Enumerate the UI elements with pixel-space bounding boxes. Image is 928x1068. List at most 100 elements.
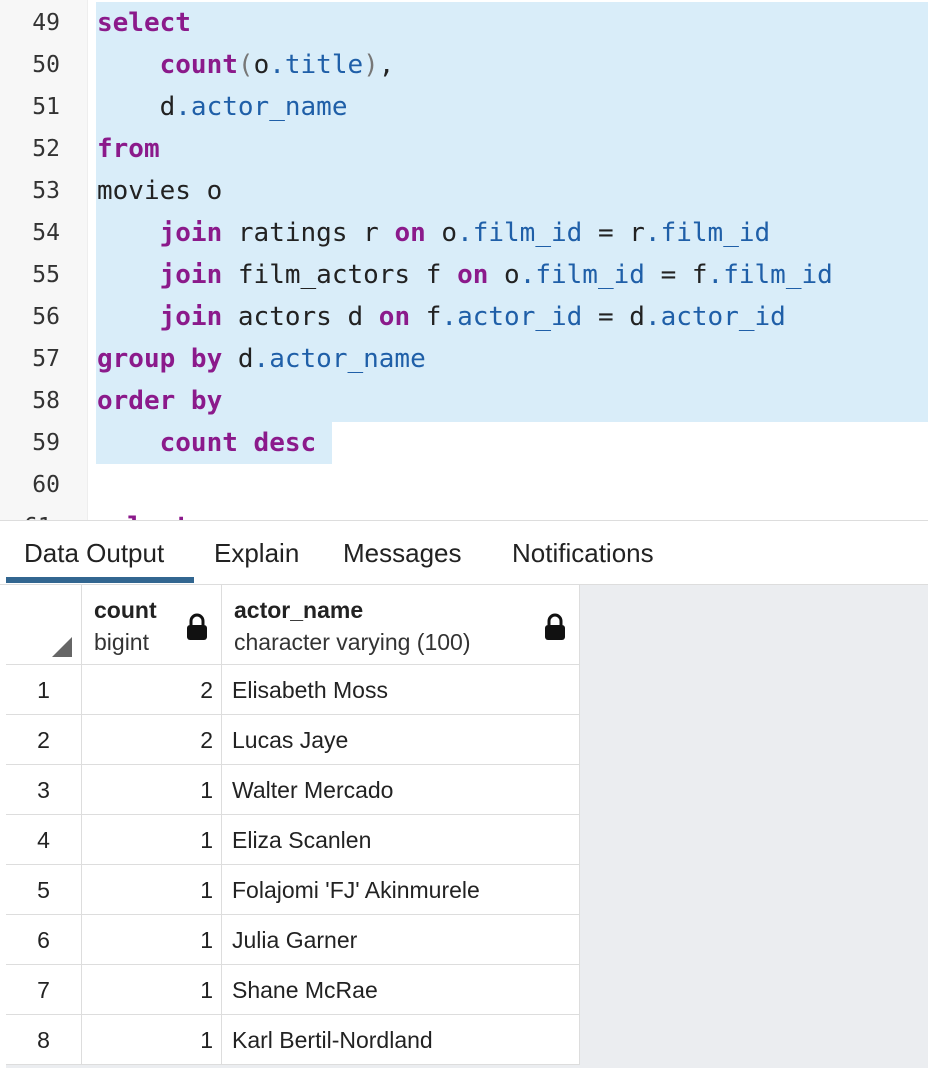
row-number[interactable]: 5 <box>6 865 82 915</box>
table-row[interactable]: 6 1 Julia Garner <box>6 915 580 965</box>
code-line[interactable]: 50 count(o.title), <box>0 44 928 86</box>
sql-keyword: on <box>378 302 411 332</box>
row-number[interactable]: 8 <box>6 1015 82 1065</box>
sql-text: = f <box>644 260 708 290</box>
sql-text: , <box>378 50 395 80</box>
column-name: count <box>94 597 157 623</box>
active-tab-indicator <box>6 577 194 583</box>
lock-icon <box>545 613 565 640</box>
sql-keyword: join <box>159 260 223 290</box>
table-row[interactable]: 8 1 Karl Bertil-Nordland <box>6 1015 580 1065</box>
code-text: d.actor_name <box>97 86 348 128</box>
sql-text: ( <box>237 50 254 80</box>
code-line[interactable]: 51 d.actor_name <box>0 86 928 128</box>
row-number[interactable]: 2 <box>6 715 82 765</box>
sql-text: actors d <box>222 302 379 332</box>
cell-actor-name[interactable]: Walter Mercado <box>222 765 580 815</box>
cell-count[interactable]: 1 <box>82 1015 222 1065</box>
line-number: 61 <box>24 506 52 520</box>
code-line[interactable]: 49 select <box>0 2 928 44</box>
code-line[interactable]: 52 from <box>0 128 928 170</box>
table-row[interactable]: 7 1 Shane McRae <box>6 965 580 1015</box>
cell-count[interactable]: 1 <box>82 815 222 865</box>
sql-text: d <box>222 344 254 374</box>
code-line[interactable]: 58 order by <box>0 380 928 422</box>
code-line[interactable]: 59 count desc <box>0 422 928 464</box>
cell-actor-name[interactable]: Elisabeth Moss <box>222 665 580 715</box>
sql-editor[interactable]: 49 select 50 count(o.title), 51 d.actor_nam… <box>0 0 928 520</box>
row-number[interactable]: 4 <box>6 815 82 865</box>
sql-text: = d <box>582 302 645 332</box>
cell-actor-name[interactable]: Folajomi 'FJ' Akinmurele <box>222 865 580 915</box>
sql-text: o <box>425 218 458 248</box>
code-text: group by d.actor_name <box>97 338 426 380</box>
sql-field: .actor_id <box>644 302 786 332</box>
sql-field: .actor_name <box>253 344 426 374</box>
line-number: 57 <box>32 346 60 372</box>
cell-count[interactable]: 2 <box>82 665 222 715</box>
cell-count[interactable]: 1 <box>82 865 222 915</box>
cell-actor-name[interactable]: Julia Garner <box>222 915 580 965</box>
table-row[interactable]: 1 2 Elisabeth Moss <box>6 665 580 715</box>
code-line[interactable]: 54 join ratings r on o.film_id = r.film_… <box>0 212 928 254</box>
code-line[interactable]: 55 join film_actors f on o.film_id = f.f… <box>0 254 928 296</box>
select-all-corner[interactable] <box>6 585 82 665</box>
column-name: actor_name <box>234 597 364 623</box>
line-number: 52 <box>32 136 60 162</box>
column-header-actor-name[interactable]: actor_name character varying (100) <box>222 585 580 665</box>
cell-count[interactable]: 2 <box>82 715 222 765</box>
sql-text: o <box>253 50 270 80</box>
row-number[interactable]: 3 <box>6 765 82 815</box>
sql-keyword: count <box>159 50 238 80</box>
tab-messages[interactable]: Messages <box>343 521 462 585</box>
sql-field: .film_id <box>644 218 771 248</box>
code-line[interactable]: 60 <box>0 464 928 506</box>
code-text: join actors d on f.actor_id = d.actor_id <box>97 296 786 338</box>
tab-notifications[interactable]: Notifications <box>512 521 654 585</box>
sql-keyword: from <box>97 134 160 164</box>
table-row[interactable]: 5 1 Folajomi 'FJ' Akinmurele <box>6 865 580 915</box>
tab-explain[interactable]: Explain <box>214 521 299 585</box>
code-line[interactable]: 56 join actors d on f.actor_id = d.actor… <box>0 296 928 338</box>
sql-field: .film_id <box>707 260 833 290</box>
sql-field: .actor_name <box>175 92 348 122</box>
line-number: 60 <box>32 472 60 498</box>
cell-count[interactable]: 1 <box>82 915 222 965</box>
code-text: join film_actors f on o.film_id = f.film… <box>97 254 833 296</box>
row-number[interactable]: 1 <box>6 665 82 715</box>
cell-actor-name[interactable]: Shane McRae <box>222 965 580 1015</box>
cell-actor-name[interactable]: Lucas Jaye <box>222 715 580 765</box>
sql-keyword: join <box>159 302 223 332</box>
corner-triangle-icon <box>52 637 72 657</box>
code-text: count desc <box>97 422 317 464</box>
tab-data-output[interactable]: Data Output <box>24 521 164 585</box>
column-type: character varying (100) <box>234 629 471 655</box>
code-line[interactable]: 53 movies o <box>0 170 928 212</box>
cell-count[interactable]: 1 <box>82 965 222 1015</box>
sql-keyword: order by <box>97 386 223 416</box>
result-tabs: Data Output Explain Messages Notificatio… <box>0 520 928 585</box>
cell-count[interactable]: 1 <box>82 765 222 815</box>
line-number: 58 <box>32 388 60 414</box>
line-number: 55 <box>32 262 60 288</box>
row-number[interactable]: 6 <box>6 915 82 965</box>
sql-field: .film_id <box>457 218 583 248</box>
table-row[interactable]: 3 1 Walter Mercado <box>6 765 580 815</box>
sql-field: .title <box>269 50 364 80</box>
sql-field: .film_id <box>519 260 645 290</box>
sql-text: = r <box>582 218 645 248</box>
code-text: select <box>97 2 191 44</box>
code-text: count(o.title), <box>97 44 395 86</box>
column-header-count[interactable]: count bigint <box>82 585 222 665</box>
cell-actor-name[interactable]: Karl Bertil-Nordland <box>222 1015 580 1065</box>
table-row[interactable]: 2 2 Lucas Jaye <box>6 715 580 765</box>
line-number: 56 <box>32 304 60 330</box>
code-line[interactable]: 57 group by d.actor_name <box>0 338 928 380</box>
row-number[interactable]: 7 <box>6 965 82 1015</box>
lock-icon <box>187 613 207 640</box>
table-row[interactable]: 4 1 Eliza Scanlen <box>6 815 580 865</box>
cell-actor-name[interactable]: Eliza Scanlen <box>222 815 580 865</box>
